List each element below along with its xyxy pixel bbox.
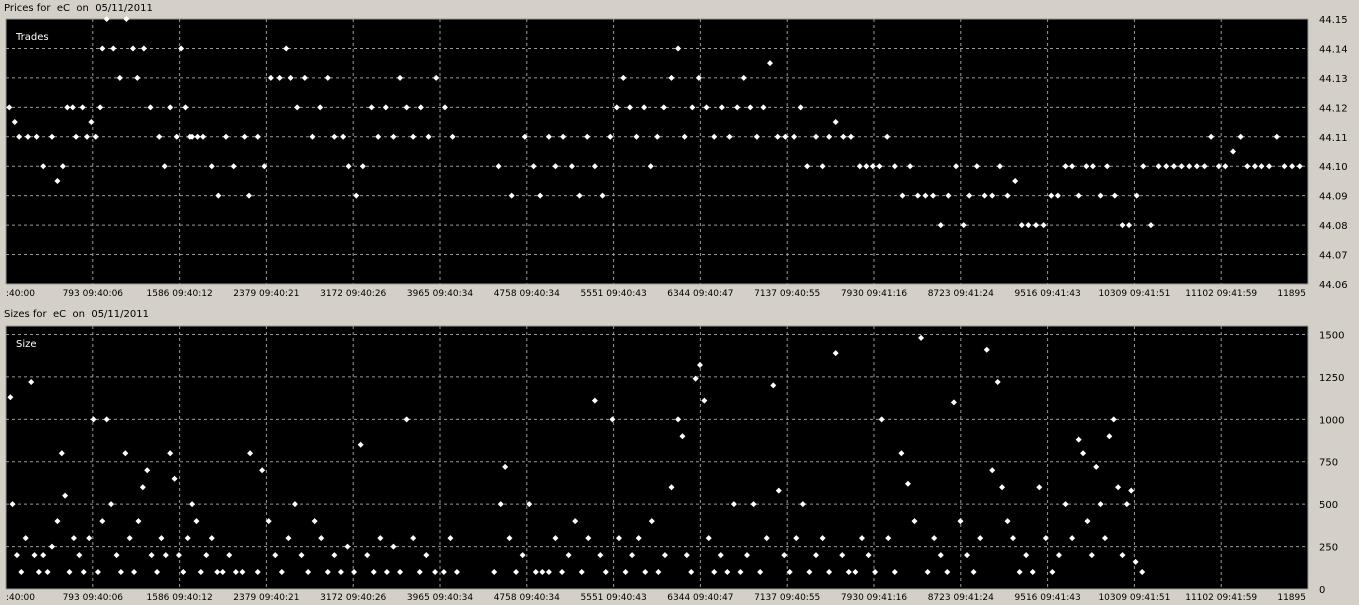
y-tick-label: 44.14 bbox=[1319, 44, 1348, 55]
x-tick-label: 8723 09:41:24 bbox=[928, 593, 994, 603]
x-tick-label: 793 09:40:06 bbox=[63, 593, 124, 603]
x-tick-label: 5551 09:40:43 bbox=[581, 593, 647, 603]
sizes-chart: 1500 1250 1000 750 500 250 0 :40:00 793 09:40:06… bbox=[5, 325, 1344, 603]
x-tick-label: 11102 09:41:59 bbox=[1185, 289, 1257, 299]
y-tick-label: 44.12 bbox=[1319, 103, 1348, 114]
x-tick-label: 6344 09:40:47 bbox=[667, 289, 733, 299]
y-tick-label: 1000 bbox=[1319, 415, 1344, 426]
x-tick-label: 2379 09:40:21 bbox=[233, 593, 299, 603]
x-tick-label: 3965 09:40:34 bbox=[407, 593, 473, 603]
prices-panel: Prices for eC on 05/11/2011 44.15 44.14 44… bbox=[0, 0, 1359, 302]
x-tick-label: 11895 bbox=[1277, 593, 1306, 603]
y-tick-label: 500 bbox=[1319, 500, 1338, 511]
y-tick-label: 1500 bbox=[1319, 330, 1344, 341]
series-label: Size bbox=[16, 339, 37, 350]
x-tick-label: 4758 09:40:34 bbox=[494, 593, 560, 603]
y-tick-label: 0 bbox=[1319, 585, 1325, 596]
x-tick-label: 6344 09:40:47 bbox=[667, 593, 733, 603]
x-tick-label: 10309 09:41:51 bbox=[1098, 593, 1170, 603]
x-tick-label: 11102 09:41:59 bbox=[1185, 593, 1257, 603]
x-tick-label: 7137 09:40:55 bbox=[754, 593, 820, 603]
sizes-panel: Sizes for eC on 05/11/2011 1500 1250 1000 7… bbox=[0, 302, 1359, 605]
x-tick-label: 10309 09:41:51 bbox=[1098, 289, 1170, 299]
y-tick-label: 750 bbox=[1319, 458, 1338, 469]
y-tick-label: 44.10 bbox=[1319, 162, 1348, 173]
x-tick-label: 3172 09:40:26 bbox=[320, 593, 386, 603]
y-tick-label: 1250 bbox=[1319, 373, 1344, 384]
x-tick-label: 5551 09:40:43 bbox=[581, 289, 647, 299]
x-tick-label: 2379 09:40:21 bbox=[233, 289, 299, 299]
x-tick-label: 793 09:40:06 bbox=[63, 289, 124, 299]
x-tick-label: 9516 09:41:43 bbox=[1015, 593, 1081, 603]
y-tick-label: 44.08 bbox=[1319, 221, 1348, 232]
prices-chart: 44.15 44.14 44.13 44.12 44.11 44.10 44.09 44.08… bbox=[5, 15, 1348, 299]
y-tick-label: 44.07 bbox=[1319, 251, 1348, 262]
x-tick-label: 9516 09:41:43 bbox=[1015, 289, 1081, 299]
x-tick-label: 7930 09:41:16 bbox=[841, 289, 907, 299]
x-tick-label: 1586 09:40:12 bbox=[147, 593, 213, 603]
x-tick-label: 1586 09:40:12 bbox=[147, 289, 213, 299]
y-tick-label: 44.13 bbox=[1319, 74, 1348, 85]
y-tick-label: 250 bbox=[1319, 543, 1338, 554]
y-tick-label: 44.15 bbox=[1319, 15, 1348, 26]
plot-area bbox=[6, 326, 1308, 589]
x-tick-label: 7930 09:41:16 bbox=[841, 593, 907, 603]
x-tick-label: 3172 09:40:26 bbox=[320, 289, 386, 299]
x-tick-label: 7137 09:40:55 bbox=[754, 289, 820, 299]
y-tick-label: 44.06 bbox=[1319, 280, 1348, 291]
plot-area bbox=[6, 19, 1308, 284]
x-tick-label: 8723 09:41:24 bbox=[928, 289, 994, 299]
x-tick-label: 11895 bbox=[1277, 289, 1306, 299]
x-tick-label: 4758 09:40:34 bbox=[494, 289, 560, 299]
y-tick-label: 44.09 bbox=[1319, 192, 1348, 203]
series-label: Trades bbox=[15, 32, 49, 43]
x-tick-label: :40:00 bbox=[6, 289, 35, 299]
y-tick-label: 44.11 bbox=[1319, 133, 1348, 144]
x-tick-label: 3965 09:40:34 bbox=[407, 289, 473, 299]
x-tick-label: :40:00 bbox=[6, 593, 35, 603]
